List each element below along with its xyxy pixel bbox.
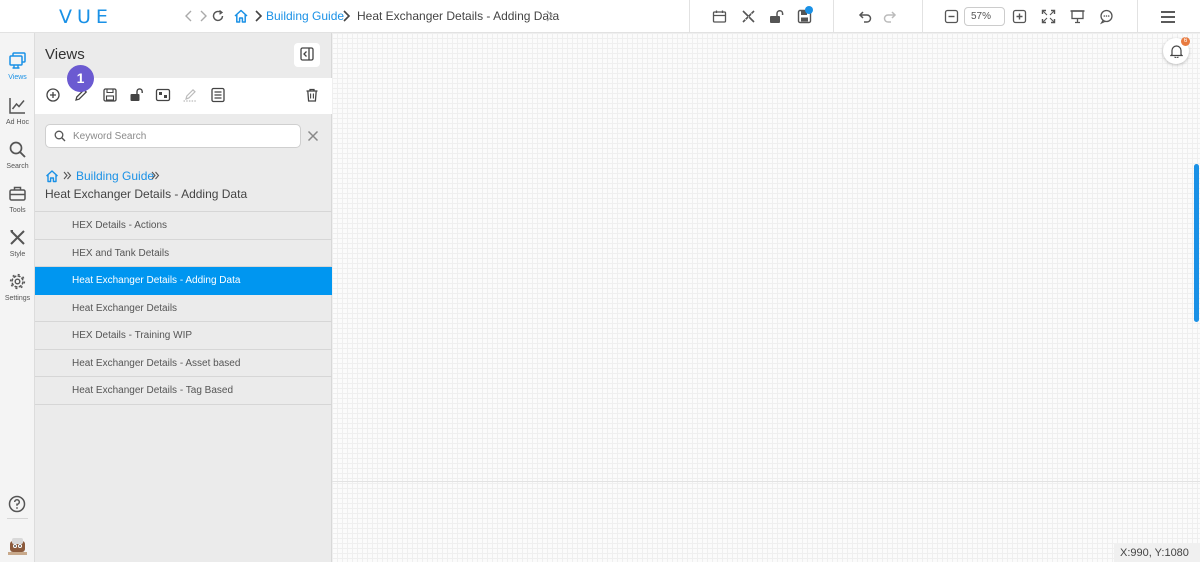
chart-icon — [9, 98, 25, 114]
collapse-panel-button[interactable] — [294, 43, 320, 67]
breadcrumb-building-guide[interactable]: Building Guide — [76, 169, 154, 183]
calendar-icon[interactable] — [711, 8, 728, 25]
rail-label: Tools — [9, 207, 26, 214]
top-bar: VUE Building Guide Heat Exchanger Detail… — [0, 0, 1200, 33]
undo-icon[interactable] — [856, 8, 873, 25]
trash-icon[interactable] — [304, 87, 320, 103]
divider — [922, 0, 923, 33]
notifications-button[interactable]: 6 — [1163, 37, 1190, 64]
keyword-search-input[interactable] — [73, 128, 293, 144]
forward-icon[interactable] — [196, 9, 210, 23]
back-icon[interactable] — [182, 9, 196, 23]
properties-icon[interactable] — [155, 87, 171, 103]
add-view-icon[interactable] — [45, 87, 61, 103]
app-logo: VUE — [59, 6, 113, 28]
views-panel: Views 1 Building Guide Heat Exchanger De… — [35, 33, 332, 562]
rename-icon — [183, 88, 197, 102]
avatar[interactable] — [7, 536, 28, 555]
bell-icon — [1170, 45, 1183, 58]
list-icon[interactable] — [210, 87, 226, 103]
collapse-icon — [300, 47, 314, 61]
view-item-heat-exchanger-details-tag-based[interactable]: Heat Exchanger Details - Tag Based — [35, 377, 332, 405]
style-icon — [10, 230, 25, 245]
home-icon[interactable] — [233, 8, 249, 24]
zoom-out-icon[interactable] — [943, 8, 960, 25]
double-chevron-icon — [63, 171, 72, 180]
views-icon — [9, 52, 26, 69]
view-list: HEX Details - Actions HEX and Tank Detai… — [35, 211, 332, 405]
presentation-icon[interactable] — [1069, 8, 1086, 25]
chevron-right-icon — [255, 10, 263, 22]
fit-screen-icon[interactable] — [1040, 8, 1057, 25]
rail-label: Settings — [4, 295, 31, 302]
comments-icon[interactable] — [1098, 8, 1115, 25]
unlock-icon[interactable] — [129, 87, 145, 103]
save-as-icon[interactable] — [102, 87, 118, 103]
rail-item-style[interactable]: Style — [0, 226, 35, 266]
rail-item-search[interactable]: Search — [0, 138, 35, 178]
home-icon[interactable] — [45, 169, 59, 183]
view-item-hex-and-tank-details[interactable]: HEX and Tank Details — [35, 240, 332, 267]
view-item-hex-details-training-wip[interactable]: HEX Details - Training WIP — [35, 322, 332, 350]
close-icon[interactable] — [307, 130, 319, 142]
rail-label: Ad Hoc — [6, 119, 29, 126]
divider — [7, 518, 28, 519]
zoom-level[interactable]: 57% — [964, 7, 1005, 26]
notification-count: 6 — [1181, 37, 1190, 46]
double-chevron-icon — [151, 171, 160, 180]
search-box — [45, 124, 301, 148]
rail-label: Style — [9, 251, 26, 258]
rail-label: Search — [6, 163, 29, 170]
refresh-icon[interactable] — [211, 9, 225, 23]
breadcrumb-current: Heat Exchanger Details - Adding Data — [357, 9, 560, 23]
search-icon — [9, 141, 26, 158]
view-item-heat-exchanger-details[interactable]: Heat Exchanger Details — [35, 295, 332, 322]
rail-label: Views — [8, 74, 27, 81]
cursor-coordinates: X:990, Y:1080 — [1114, 543, 1200, 562]
current-folder-title: Heat Exchanger Details - Adding Data — [45, 187, 248, 201]
search-icon — [54, 130, 66, 142]
toolbox-icon — [9, 186, 26, 201]
divider — [689, 0, 690, 33]
zoom-in-icon[interactable] — [1011, 8, 1028, 25]
step-badge: 1 — [67, 65, 94, 92]
help-icon[interactable] — [8, 495, 26, 513]
rail-item-ad-hoc[interactable]: Ad Hoc — [0, 94, 35, 134]
design-canvas[interactable]: 6 X:990, Y:1080 — [332, 33, 1200, 562]
view-item-heat-exchanger-details-asset-based[interactable]: Heat Exchanger Details - Asset based — [35, 350, 332, 377]
rail-item-views[interactable]: Views — [0, 49, 35, 89]
page-boundary — [332, 481, 1200, 482]
menu-icon[interactable] — [1159, 8, 1177, 26]
unlock-icon[interactable] — [768, 8, 785, 25]
divider — [833, 0, 834, 33]
panel-title: Views — [45, 46, 85, 63]
rail-item-tools[interactable]: Tools — [0, 182, 35, 222]
view-item-heat-exchanger-details-adding-data[interactable]: Heat Exchanger Details - Adding Data — [35, 267, 332, 295]
breadcrumb-building-guide[interactable]: Building Guide — [266, 9, 344, 23]
rail-item-settings[interactable]: Settings — [0, 270, 35, 310]
vertical-scrollbar[interactable] — [1194, 164, 1199, 322]
left-rail: Views Ad Hoc Search Tools Style Settings — [0, 33, 35, 562]
unsaved-indicator — [805, 6, 813, 14]
design-tools-icon[interactable] — [740, 8, 757, 25]
chevron-right-icon — [343, 10, 351, 22]
view-item-hex-details-actions[interactable]: HEX Details - Actions — [35, 212, 332, 240]
divider — [1137, 0, 1138, 33]
chevron-right-icon — [546, 10, 553, 22]
gear-icon — [9, 273, 26, 290]
redo-icon[interactable] — [882, 8, 899, 25]
